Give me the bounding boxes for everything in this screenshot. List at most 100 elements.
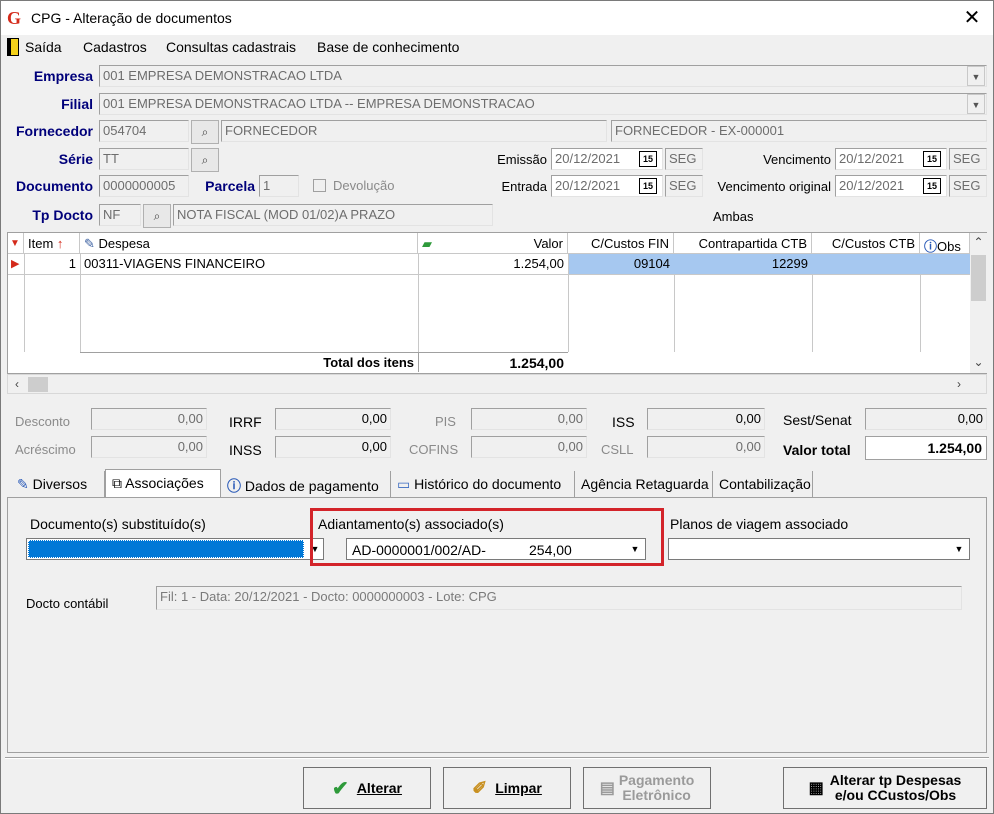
limpar-button[interactable]: ✐ Limpar — [443, 767, 571, 809]
chevron-down-icon[interactable]: ▼ — [967, 66, 985, 86]
calendar-icon[interactable]: 15 — [923, 178, 941, 194]
fornecedor-name-field: FORNECEDOR — [221, 120, 607, 142]
pis-field[interactable]: 0,00 — [471, 408, 587, 430]
binoculars-search-icon[interactable]: ⌕ — [191, 148, 219, 172]
total-items-value: 1.254,00 — [418, 352, 568, 372]
pencil-icon: ✎ — [17, 476, 29, 492]
col-header-item[interactable]: Item ↑ — [24, 233, 80, 254]
tab-diversos[interactable]: ✎ Diversos — [11, 471, 105, 497]
chevron-down-icon[interactable]: ▼ — [951, 541, 967, 557]
grid-cell-despesa[interactable]: 00311-VIAGENS FINANCEIRO — [80, 254, 418, 274]
col-despesa-label: Despesa — [98, 236, 150, 251]
col-header-despesa[interactable]: ✎ Despesa — [80, 233, 418, 254]
selected-highlight — [28, 540, 304, 558]
documento-field[interactable]: 0000000005 — [99, 175, 189, 197]
alterar-button[interactable]: ✔ Alterar — [303, 767, 431, 809]
acrescimo-field[interactable]: 0,00 — [91, 436, 207, 458]
tab-contabilizacao[interactable]: Contabilização — [713, 471, 813, 497]
binoculars-search-icon[interactable]: ⌕ — [143, 204, 171, 228]
fornecedor-code-field[interactable]: 054704 — [99, 120, 189, 142]
col-header-ccustos-fin[interactable]: C/Custos FIN — [568, 233, 674, 254]
docto-contabil-field: Fil: 1 - Data: 20/12/2021 - Docto: 00000… — [156, 586, 962, 610]
scroll-right-icon[interactable]: › — [952, 377, 966, 391]
scroll-thumb[interactable] — [971, 255, 986, 301]
binoculars-search-icon[interactable]: ⌕ — [191, 120, 219, 144]
adiantamentos-select[interactable]: AD-0000001/002/AD- 254,00 ▼ — [346, 538, 646, 560]
col-header-valor[interactable]: ▰ Valor — [418, 233, 568, 254]
alterar-tp-label-group: Alterar tp Despesas e/ou CCustos/Obs — [830, 773, 962, 803]
sort-desc-icon[interactable]: ▼ — [8, 233, 24, 254]
empresa-select[interactable]: 001 EMPRESA DEMONSTRACAO LTDA — [99, 65, 987, 87]
venc-original-weekday: SEG — [949, 175, 987, 197]
scroll-down-icon[interactable]: ⌄ — [970, 355, 987, 369]
tab-associacoes-label: Associações — [125, 475, 204, 491]
horizontal-scrollbar[interactable]: ‹ › — [7, 374, 987, 394]
inss-field[interactable]: 0,00 — [275, 436, 391, 458]
csll-label: CSLL — [601, 442, 634, 457]
alterar-tp-line1: Alterar tp Despesas — [829, 772, 962, 788]
menu-item-consultas[interactable]: Consultas cadastrais — [166, 39, 296, 55]
calendar-icon[interactable]: 15 — [923, 151, 941, 167]
chevron-down-icon[interactable]: ▼ — [967, 94, 985, 114]
menu-item-cadastros[interactable]: Cadastros — [83, 39, 147, 55]
tab-bar: ✎ Diversos ⧉ Associações ⓘ Dados de paga… — [11, 469, 987, 497]
calendar-icon[interactable]: 15 — [639, 151, 657, 167]
scroll-up-icon[interactable]: ⌃ — [970, 235, 987, 249]
exit-door-icon — [7, 38, 19, 56]
tab-dados-pagamento[interactable]: ⓘ Dados de pagamento — [221, 471, 391, 497]
printer-icon: ▤ — [599, 780, 615, 797]
grid-cell-valor[interactable]: 1.254,00 — [418, 254, 568, 274]
grid-cell-contrapartida[interactable]: 12299 — [674, 254, 812, 274]
cofins-field[interactable]: 0,00 — [471, 436, 587, 458]
close-icon[interactable]: ✕ — [957, 5, 987, 31]
tpdocto-code-field[interactable]: NF — [99, 204, 141, 226]
fornecedor-desc-field: FORNECEDOR - EX-000001 — [611, 120, 987, 142]
chevron-down-icon[interactable]: ▼ — [627, 541, 643, 557]
csll-field[interactable]: 0,00 — [647, 436, 765, 458]
pagamento-line2: Eletrônico — [622, 787, 691, 803]
empresa-label: Empresa — [33, 68, 93, 84]
docs-substituidos-select[interactable]: ▼ — [26, 538, 324, 560]
serie-label: Série — [58, 151, 93, 167]
acrescimo-label: Acréscimo — [15, 442, 76, 457]
col-header-ccustos-ctb[interactable]: C/Custos CTB — [812, 233, 920, 254]
menu-item-saida[interactable]: Saída — [25, 39, 62, 55]
hscroll-thumb[interactable] — [28, 377, 48, 392]
filial-select[interactable]: 001 EMPRESA DEMONSTRACAO LTDA -- EMPRESA… — [99, 93, 987, 115]
valor-total-field[interactable]: 1.254,00 — [865, 436, 987, 460]
items-grid[interactable]: ▼ Item ↑ ✎ Despesa ▰ Valor C/Custos FIN C… — [7, 232, 987, 374]
edit-sheet-icon: ▦ — [808, 780, 824, 797]
tab-historico-label: Histórico do documento — [414, 476, 562, 492]
grid-cell-ccustos-fin[interactable]: 09104 — [568, 254, 674, 274]
docs-substituidos-label: Documento(s) substituído(s) — [30, 516, 206, 532]
planos-viagem-select[interactable]: ▼ — [668, 538, 970, 560]
footer-divider — [5, 757, 989, 759]
devolucao-checkbox[interactable] — [313, 179, 326, 192]
tpdocto-label: Tp Docto — [32, 207, 93, 223]
tab-agencia-retaguarda[interactable]: Agência Retaguarda — [575, 471, 713, 497]
calendar-icon[interactable]: 15 — [639, 178, 657, 194]
sest-senat-field[interactable]: 0,00 — [865, 408, 987, 430]
grid-cell-item[interactable]: 1 — [24, 254, 80, 274]
valor-total-label: Valor total — [783, 442, 851, 458]
col-header-obs[interactable]: ⓘObs — [920, 233, 970, 254]
grid-divider — [674, 274, 675, 352]
parcela-field[interactable]: 1 — [259, 175, 299, 197]
vertical-scrollbar[interactable]: ⌃ ⌄ — [970, 233, 987, 373]
iss-field[interactable]: 0,00 — [647, 408, 765, 430]
tab-historico[interactable]: ▭ Histórico do documento — [391, 471, 575, 497]
col-header-contrapartida[interactable]: Contrapartida CTB — [674, 233, 812, 254]
menu-item-base-conhecimento[interactable]: Base de conhecimento — [317, 39, 459, 55]
grid-cell-ccustos-ctb[interactable] — [812, 254, 920, 274]
alterar-tp-despesas-button[interactable]: ▦ Alterar tp Despesas e/ou CCustos/Obs — [783, 767, 987, 809]
pagamento-eletronico-button[interactable]: ▤ Pagamento Eletrônico — [583, 767, 711, 809]
grid-cell-obs[interactable] — [920, 254, 970, 274]
entrada-weekday: SEG — [665, 175, 703, 197]
desconto-field[interactable]: 0,00 — [91, 408, 207, 430]
adiantamentos-label: Adiantamento(s) associado(s) — [318, 516, 504, 532]
irrf-field[interactable]: 0,00 — [275, 408, 391, 430]
serie-field[interactable]: TT — [99, 148, 189, 170]
limpar-label: Limpar — [495, 780, 542, 796]
scroll-left-icon[interactable]: ‹ — [10, 377, 24, 391]
tab-associacoes[interactable]: ⧉ Associações — [105, 469, 221, 497]
